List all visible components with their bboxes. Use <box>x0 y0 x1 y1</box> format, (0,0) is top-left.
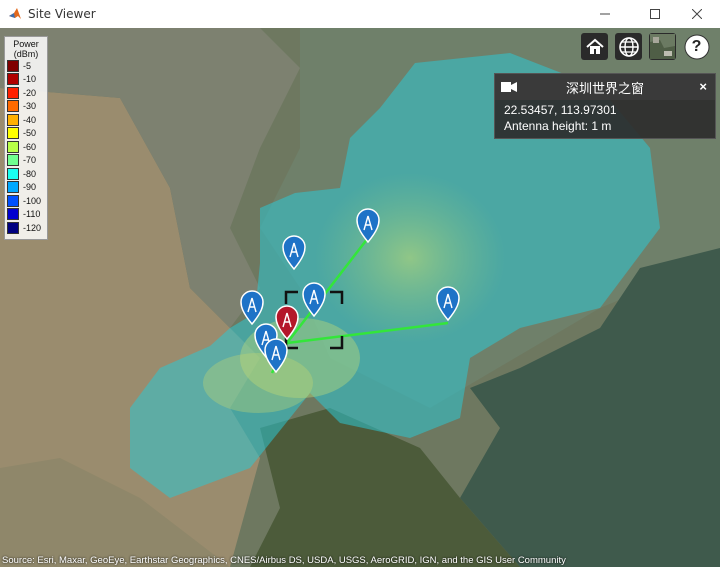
close-icon <box>692 9 702 19</box>
legend-entry: -40 <box>7 113 45 127</box>
legend-label: -60 <box>23 141 37 152</box>
legend-entry: -5 <box>7 59 45 73</box>
legend-unit: (dBm) <box>13 49 39 59</box>
minimize-button[interactable] <box>582 0 628 28</box>
globe-icon <box>618 36 639 57</box>
legend-label: -90 <box>23 182 37 193</box>
basemap-picker-button[interactable] <box>615 33 642 60</box>
legend-swatch <box>7 86 19 99</box>
legend-entry: -50 <box>7 127 45 141</box>
matlab-logo-icon <box>9 8 21 19</box>
legend-swatch <box>7 194 19 207</box>
home-icon <box>585 38 604 54</box>
legend-entry: -100 <box>7 194 45 208</box>
maximize-icon <box>650 9 660 19</box>
legend-swatch <box>7 154 19 167</box>
legend-entry: -10 <box>7 73 45 87</box>
legend-entry: -120 <box>7 221 45 235</box>
map-view[interactable]: Power (dBm) -5 -10 -20 -30 -40 -50 -60 -70 -80 -9… <box>0 28 720 567</box>
minimize-icon <box>600 13 610 15</box>
basemap-thumbnail-icon <box>650 34 675 59</box>
camera-icon[interactable] <box>501 81 517 93</box>
legend-label: -5 <box>23 60 32 71</box>
legend-swatch <box>7 208 19 221</box>
legend-entry: -70 <box>7 154 45 168</box>
maximize-button[interactable] <box>632 0 678 28</box>
coverage-area-west-lobe <box>203 353 313 413</box>
legend-swatch <box>7 221 19 234</box>
legend-entry: -110 <box>7 208 45 222</box>
legend-label: -50 <box>23 128 37 139</box>
coverage-area-minus-70dbm <box>315 173 505 343</box>
legend-swatch <box>7 59 19 72</box>
legend-entry: -90 <box>7 181 45 195</box>
map-attribution: Source: Esri, Maxar, GeoEye, Earthstar G… <box>2 555 566 566</box>
legend-label: -20 <box>23 87 37 98</box>
legend-entry: -20 <box>7 86 45 100</box>
info-panel-header: 深圳世界之窗 × <box>495 74 715 100</box>
legend-swatch <box>7 113 19 126</box>
legend-label: -110 <box>23 209 41 220</box>
legend-entry: -30 <box>7 100 45 114</box>
legend-title: Power <box>13 39 39 49</box>
close-button[interactable] <box>674 0 720 28</box>
window-title: Site Viewer <box>28 7 96 21</box>
legend-label: -100 <box>23 195 42 206</box>
legend-swatch <box>7 127 19 140</box>
antenna-height: Antenna height: 1 m <box>504 119 612 133</box>
legend-swatch <box>7 167 19 180</box>
legend-entry: -60 <box>7 140 45 154</box>
legend-label: -40 <box>23 114 37 125</box>
title-bar: Site Viewer <box>0 0 720 28</box>
legend-label: -30 <box>23 101 37 112</box>
legend-swatch <box>7 140 19 153</box>
legend-label: -80 <box>23 168 37 179</box>
info-panel-close-button[interactable]: × <box>699 79 707 94</box>
legend-label: -120 <box>23 222 42 233</box>
legend-label: -10 <box>23 74 37 85</box>
help-label: ? <box>691 37 702 55</box>
legend-swatch <box>7 181 19 194</box>
help-button[interactable]: ? <box>683 33 710 60</box>
site-coordinates: 22.53457, 113.97301 <box>504 103 617 117</box>
home-button[interactable] <box>581 33 608 60</box>
info-panel-title: 深圳世界之窗 <box>565 81 644 97</box>
legend-swatch <box>7 73 19 86</box>
legend-entry: -80 <box>7 167 45 181</box>
power-legend: Power (dBm) -5 -10 -20 -30 -40 -50 -60 -70 -80 -9… <box>4 36 48 240</box>
site-info-panel: 深圳世界之窗 × 22.53457, 113.97301 Antenna hei… <box>494 73 716 139</box>
imagery-thumbnail-button[interactable] <box>649 33 676 60</box>
legend-swatch <box>7 100 19 113</box>
legend-label: -70 <box>23 155 37 166</box>
